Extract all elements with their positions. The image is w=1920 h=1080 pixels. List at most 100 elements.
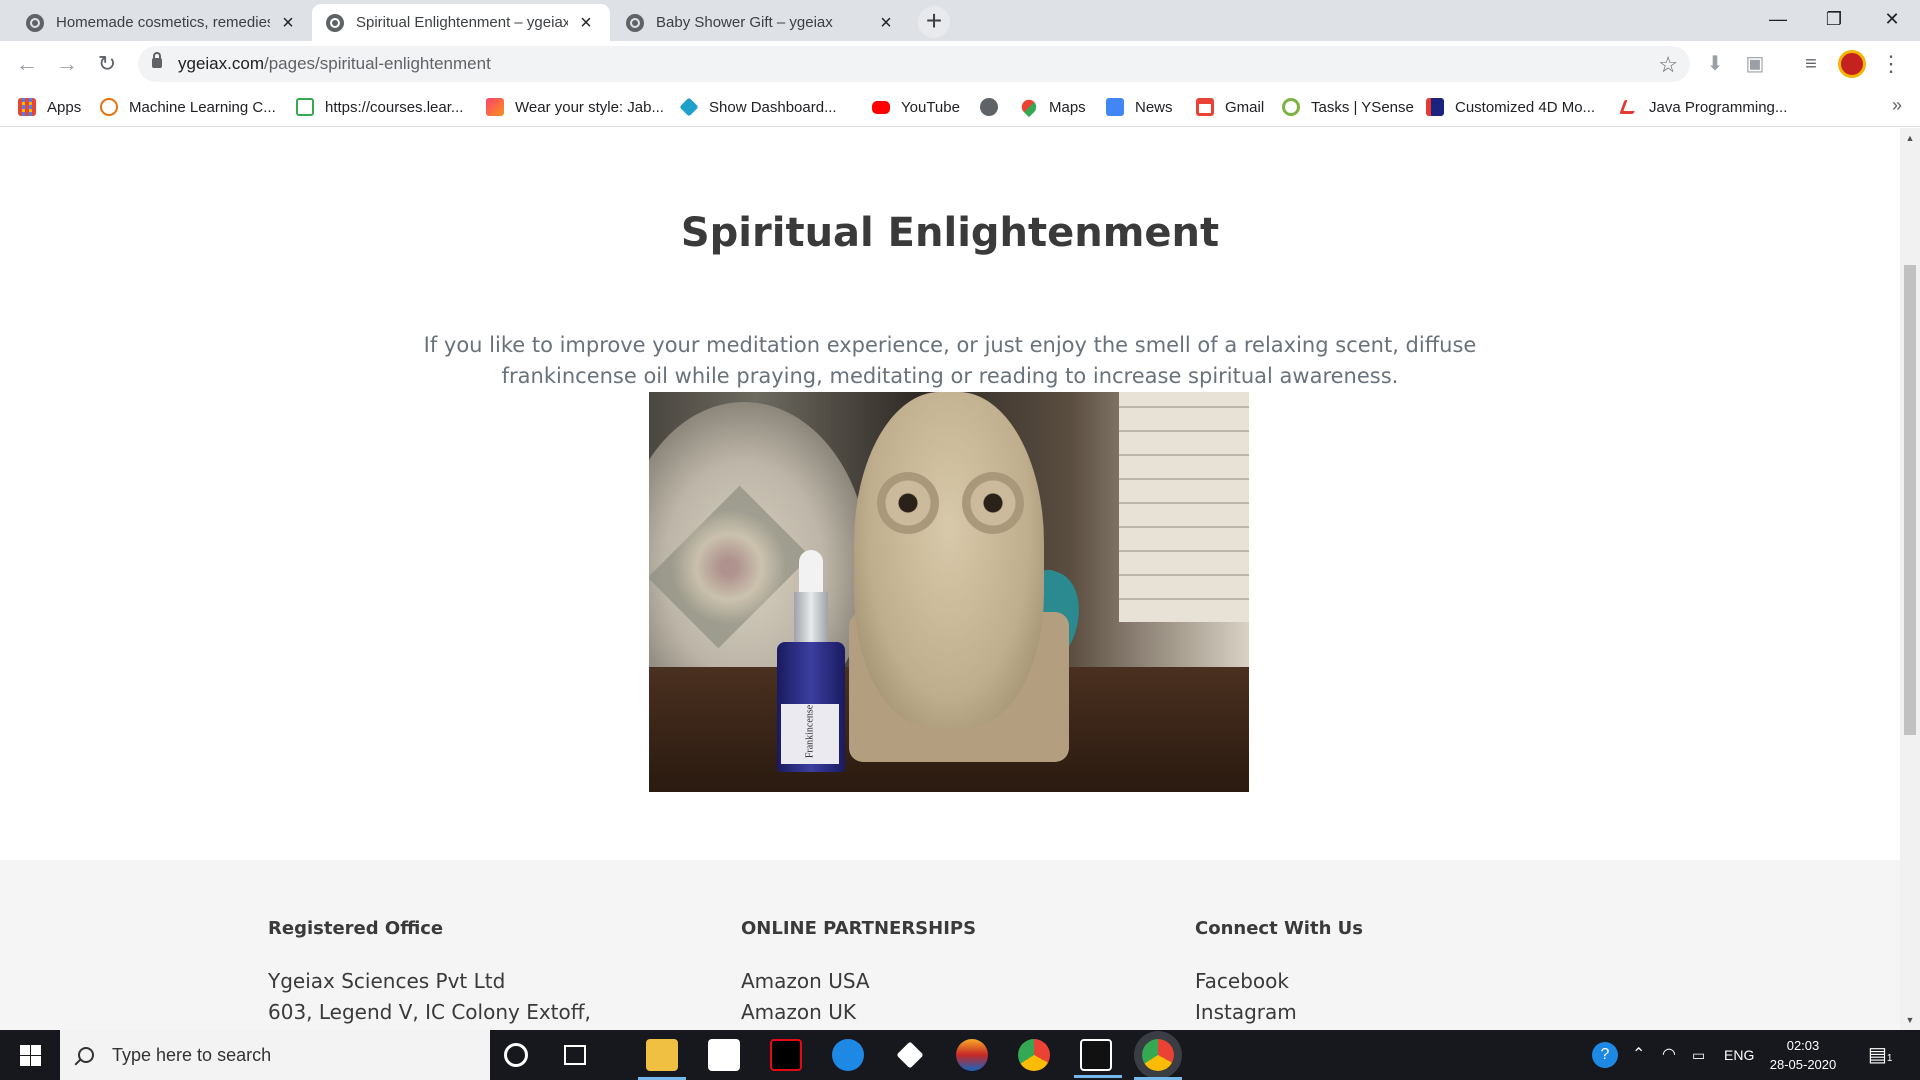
browser-toolbar: ← → ↻ ygeiax.com/pages/spiritual-enlight… [0,41,1920,87]
restore-button[interactable]: ❐ [1806,0,1862,41]
close-icon[interactable]: × [278,13,298,33]
tab-strip: Homemade cosmetics, remedies × Spiritual… [0,0,1920,41]
search-icon [78,1047,94,1063]
bookmark-label: Show Dashboard... [709,98,837,116]
chrome-active-icon[interactable] [1134,1039,1182,1080]
taskbar-clock[interactable]: 02:03 28-05-2020 [1766,1036,1840,1074]
footer-link-amazon-usa[interactable]: Amazon USA [741,966,976,997]
gmail-icon [1196,98,1214,116]
footer-link-facebook[interactable]: Facebook [1195,966,1363,997]
chrome-icon[interactable] [1018,1039,1050,1071]
language-indicator[interactable]: ENG [1724,1030,1754,1080]
close-icon[interactable]: × [876,13,896,33]
bookmark-java[interactable]: Java Programming... [1619,95,1787,119]
windows-start-icon[interactable] [0,1030,60,1080]
profile-avatar[interactable] [1838,50,1866,78]
notification-count: 1 [1886,1053,1893,1064]
taskbar-search[interactable]: Type here to search [60,1030,490,1080]
bookmark-label: Maps [1049,98,1086,116]
close-window-button[interactable]: ✕ [1864,0,1920,41]
owl-diffuser [854,392,1044,727]
address-bar[interactable]: ygeiax.com/pages/spiritual-enlightenment… [138,46,1690,82]
intellij-icon[interactable] [1074,1039,1122,1078]
play-icon [296,98,314,116]
bookmark-globe[interactable] [980,95,1009,119]
bookmark-gmail[interactable]: Gmail [1196,95,1264,119]
footer-link-amazon-uk[interactable]: Amazon UK [741,997,976,1028]
scroll-up-icon[interactable]: ▲ [1904,132,1916,144]
netflix-icon[interactable] [770,1039,802,1071]
extension-icon[interactable]: ▣ [1742,51,1768,77]
menu-icon[interactable]: ⋮ [1880,50,1902,78]
globe-icon [626,13,644,32]
help-icon[interactable]: ? [1592,1042,1618,1068]
tab-spiritual-enlightenment[interactable]: Spiritual Enlightenment – ygeiax × [312,4,610,41]
url-path: /pages/spiritual-enlightenment [263,54,491,73]
maps-icon [1018,96,1040,118]
bookmark-label: YouTube [901,98,960,116]
scroll-down-icon[interactable]: ▼ [1904,1014,1916,1026]
bookmark-label: Customized 4D Mo... [1455,98,1596,116]
media-control-icon[interactable]: ≡ [1798,51,1824,77]
product-photo: Frankincense [649,392,1249,792]
bookmark-ysense[interactable]: Tasks | YSense [1282,95,1414,119]
footer-line: Ygeiax Sciences Pvt Ltd [268,969,506,993]
reload-button[interactable]: ↻ [92,49,122,79]
url-text[interactable]: ygeiax.com/pages/spiritual-enlightenment [178,54,491,74]
bookmark-dashboard[interactable]: Show Dashboard... [679,95,837,119]
scroll-thumb[interactable] [1904,265,1916,735]
intro-text: If you like to improve your meditation e… [423,333,1477,388]
bookmark-label: News [1135,98,1173,116]
page-scrollbar[interactable]: ▲ ▼ [1900,128,1920,1030]
tab-title: Homemade cosmetics, remedies [56,14,270,31]
bookmark-courses[interactable]: https://courses.lear... [296,95,463,119]
task-view-icon[interactable] [564,1045,586,1065]
tab-title: Baby Shower Gift – ygeiax [656,14,833,31]
tab-homemade-cosmetics[interactable]: Homemade cosmetics, remedies × [12,4,312,41]
tab-baby-shower-gift[interactable]: Baby Shower Gift – ygeiax × [612,4,910,41]
diamond-icon [679,97,699,117]
page-title: Spiritual Enlightenment [680,210,1220,256]
chevron-up-icon[interactable]: ⌃ [1632,1030,1645,1080]
footer-link-instagram[interactable]: Instagram [1195,997,1363,1028]
apps-grid-icon [18,98,36,116]
footer-heading: Registered Office [268,918,444,939]
more-bookmarks-icon[interactable]: » [1892,95,1902,116]
dropbox-icon[interactable] [896,1041,924,1069]
minimize-button[interactable]: — [1750,0,1806,41]
tab-title: Spiritual Enlightenment – ygeiax [356,14,568,31]
footer-heading: ONLINE PARTNERSHIPS [741,918,977,939]
footer-heading: Connect With Us [1195,918,1363,939]
globe-icon [326,13,344,32]
bookmark-news[interactable]: News [1106,95,1173,119]
bookmark-star-icon[interactable]: ☆ [1658,52,1678,78]
close-icon[interactable]: × [576,13,596,33]
bookmark-4d[interactable]: Customized 4D Mo... [1426,95,1595,119]
bookmark-myntra[interactable]: Wear your style: Jab... [486,95,664,119]
bookmark-apps[interactable]: Apps [18,95,81,119]
bookmark-label: Gmail [1225,98,1265,116]
bookmark-label: Tasks | YSense [1311,98,1414,116]
bookmark-youtube[interactable]: YouTube [872,95,960,119]
cortana-icon[interactable] [504,1043,528,1067]
wifi-icon[interactable]: ◠ [1662,1030,1676,1080]
4d-icon [1426,98,1444,116]
store-icon[interactable] [708,1039,740,1071]
bookmark-label: Machine Learning C... [129,98,276,116]
notifications-icon[interactable]: ▤1 [1868,1030,1892,1080]
file-explorer-icon[interactable] [638,1039,686,1080]
bookmark-label: Wear your style: Jab... [515,98,664,116]
battery-icon[interactable]: ▭ [1692,1030,1705,1080]
new-tab-button[interactable]: + [918,6,950,38]
url-host: ygeiax.com [178,54,264,73]
bookmark-maps[interactable]: Maps [1018,95,1086,119]
lock-icon [152,52,162,68]
news-icon [1106,98,1124,116]
bookmark-machine-learning[interactable]: Machine Learning C... [100,95,276,119]
myntra-icon [486,98,504,116]
download-icon[interactable]: ⬇ [1702,51,1728,77]
edge-icon[interactable] [832,1039,864,1071]
app-icon[interactable] [956,1039,988,1071]
forward-button[interactable]: → [52,49,82,79]
back-button[interactable]: ← [12,49,42,79]
